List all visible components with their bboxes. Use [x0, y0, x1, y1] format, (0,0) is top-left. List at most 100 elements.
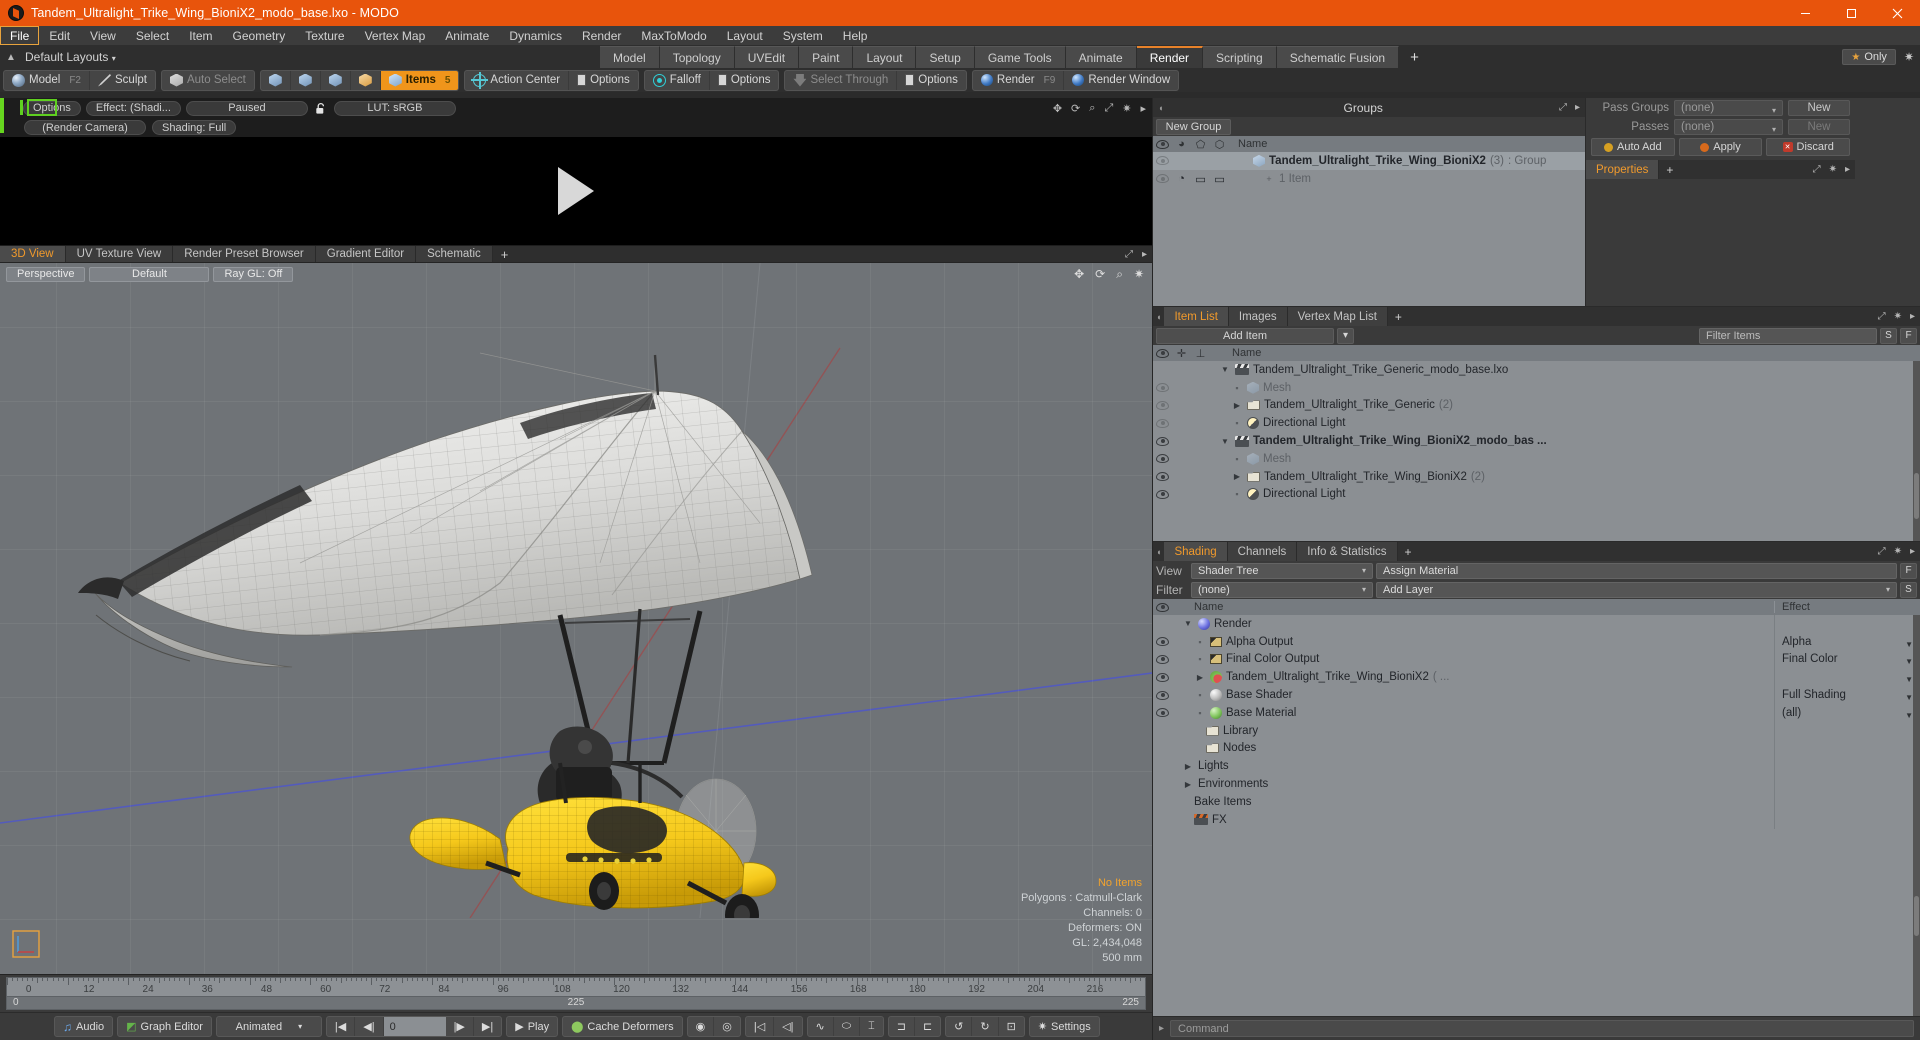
- audio-button[interactable]: ♫ Audio: [55, 1017, 112, 1036]
- play-button[interactable]: ▶ Play: [507, 1017, 557, 1036]
- model-mode-button[interactable]: Model F2: [4, 70, 90, 90]
- lut-dropdown[interactable]: LUT: sRGB: [333, 100, 456, 116]
- viewport-default-dropdown[interactable]: Default: [89, 266, 210, 282]
- table-row[interactable]: Library: [1153, 721, 1920, 740]
- items-mode-button[interactable]: Items 5: [380, 70, 459, 90]
- passes-dropdown[interactable]: (none) ▾: [1674, 118, 1783, 135]
- add-item-dropdown-button[interactable]: ▾: [1337, 327, 1354, 344]
- range-out-icon[interactable]: ⊏: [915, 1017, 940, 1036]
- panel-gear-icon[interactable]: ✷: [1122, 102, 1131, 115]
- table-row[interactable]: Tandem_Ultralight_Trike_Wing_BioniX2 (3)…: [1153, 152, 1585, 170]
- curve-key-icon[interactable]: ∿: [808, 1017, 834, 1036]
- polygon-mode-button[interactable]: [321, 70, 351, 90]
- table-row[interactable]: ▶ Lights: [1153, 757, 1920, 776]
- edge-mode-button[interactable]: [291, 70, 321, 90]
- falloff-options-button[interactable]: Options: [710, 71, 779, 90]
- timeline-ruler[interactable]: 0 12 24 36 48 60 72 84 96 108 120 132 14…: [6, 977, 1146, 997]
- viewport-gear-icon[interactable]: ✷: [1134, 267, 1144, 281]
- row-eye-toggle[interactable]: [1153, 672, 1172, 682]
- tree-twist-right-icon[interactable]: ▶: [1194, 673, 1206, 682]
- add-item-button[interactable]: Add Item: [1156, 327, 1334, 344]
- tree-twist-right-icon[interactable]: ▶: [1231, 472, 1243, 481]
- row-eye-toggle[interactable]: [1153, 454, 1172, 464]
- tab-schematic[interactable]: Schematic: [416, 246, 493, 262]
- table-row[interactable]: FX: [1153, 810, 1920, 829]
- step-forward-button[interactable]: |▶: [446, 1017, 474, 1036]
- close-button[interactable]: [1874, 0, 1920, 26]
- tree-twist-down-icon[interactable]: ▼: [1219, 365, 1231, 374]
- menu-item-vertex-map[interactable]: Vertex Map: [355, 26, 436, 45]
- row-eye-toggle[interactable]: [1153, 436, 1172, 446]
- shading-s-button[interactable]: S: [1900, 581, 1917, 598]
- menu-item-layout[interactable]: Layout: [717, 26, 773, 45]
- vertex-mode-button[interactable]: [261, 70, 291, 90]
- cache-deformers-button[interactable]: ⬤ Cache Deformers: [563, 1017, 682, 1036]
- go-to-end-button[interactable]: ▶|: [474, 1017, 501, 1036]
- next-key-icon[interactable]: ◁|: [774, 1017, 801, 1036]
- shading-row-effect[interactable]: ▼: [1774, 668, 1920, 687]
- properties-maximize-icon[interactable]: ⤢: [1813, 164, 1821, 175]
- table-row[interactable]: ▼ Tandem_Ultralight_Trike_Wing_BioniX2_m…: [1153, 432, 1920, 450]
- menu-item-item[interactable]: Item: [179, 26, 222, 45]
- tab-channels[interactable]: Channels: [1227, 542, 1298, 561]
- snap-icon[interactable]: ⊡: [999, 1017, 1024, 1036]
- row-eye-toggle[interactable]: [1153, 708, 1172, 718]
- material-mode-button[interactable]: [351, 70, 381, 90]
- item-list-collapse-icon[interactable]: ◖: [1153, 307, 1164, 326]
- filter-f-button[interactable]: F: [1900, 327, 1917, 344]
- row-eye-toggle[interactable]: [1153, 418, 1172, 428]
- tab-properties[interactable]: Properties: [1586, 160, 1660, 179]
- row-eye-toggle[interactable]: [1153, 400, 1172, 410]
- shading-filter-dropdown[interactable]: (none) ▾: [1191, 581, 1373, 598]
- shading-collapse-icon[interactable]: ◖: [1153, 542, 1164, 561]
- table-row[interactable]: ▪ Mesh: [1153, 450, 1920, 468]
- viewport-3d[interactable]: Perspective Default Ray GL: Off ✥ ⟳ ⌕ ✷ …: [0, 263, 1152, 974]
- lock-icon[interactable]: [313, 102, 329, 115]
- menu-item-texture[interactable]: Texture: [295, 26, 354, 45]
- shading-f-button[interactable]: F: [1900, 562, 1917, 579]
- timeline-range-bar[interactable]: 0 225 225: [6, 997, 1146, 1010]
- tab-render-preset-browser[interactable]: Render Preset Browser: [173, 246, 316, 262]
- properties-arrow-icon[interactable]: ▸: [1845, 164, 1850, 175]
- row-render-toggle[interactable]: ◔: [1172, 173, 1191, 185]
- move-icon[interactable]: ✥: [1053, 102, 1062, 115]
- shading-row-effect[interactable]: Full Shading ▼: [1774, 686, 1920, 704]
- table-row[interactable]: ▪ Mesh: [1153, 379, 1920, 397]
- row-eye-toggle[interactable]: [1153, 156, 1172, 166]
- layout-tab-topology[interactable]: Topology: [659, 46, 735, 68]
- row-eye-toggle[interactable]: [1153, 690, 1172, 700]
- graph-editor-button[interactable]: ◩ Graph Editor: [118, 1017, 211, 1036]
- row-eye-toggle[interactable]: [1153, 472, 1172, 482]
- filter-s-button[interactable]: S: [1880, 327, 1897, 344]
- table-row[interactable]: ▼ Tandem_Ultralight_Trike_Generic_modo_b…: [1153, 361, 1920, 379]
- table-row[interactable]: ▪ Directional Light: [1153, 414, 1920, 432]
- item-list-maximize-icon[interactable]: ⤢: [1878, 311, 1886, 322]
- assign-material-button[interactable]: Assign Material: [1376, 562, 1897, 579]
- groups-maximize-icon[interactable]: ⤢: [1559, 102, 1567, 113]
- shader-tree-dropdown[interactable]: Shader Tree ▾: [1191, 562, 1373, 579]
- menu-item-dynamics[interactable]: Dynamics: [499, 26, 572, 45]
- row-shade-toggle[interactable]: ▭: [1191, 172, 1210, 186]
- tab-item-list[interactable]: Item List: [1164, 307, 1229, 326]
- shading-gear-icon[interactable]: ✷: [1894, 546, 1902, 557]
- tab-images[interactable]: Images: [1228, 307, 1288, 326]
- viewport-move-icon[interactable]: ✥: [1074, 267, 1084, 281]
- properties-gear-icon[interactable]: ✷: [1829, 164, 1837, 175]
- select-through-options-button[interactable]: Options: [897, 71, 966, 90]
- viewport-raygl-dropdown[interactable]: Ray GL: Off: [213, 266, 294, 282]
- viewport-maximize-icon[interactable]: ⤢: [1125, 249, 1133, 260]
- action-center-options-button[interactable]: Options: [569, 71, 638, 90]
- step-back-button[interactable]: ◀|: [355, 1017, 384, 1036]
- new-pass-group-button[interactable]: New: [1788, 99, 1850, 116]
- layout-tab-schematic-fusion[interactable]: Schematic Fusion: [1276, 46, 1400, 68]
- row-lock-toggle[interactable]: ▭: [1210, 172, 1229, 186]
- item-list-scrollbar[interactable]: [1913, 361, 1920, 541]
- fit-icon[interactable]: ⤢: [1104, 102, 1113, 115]
- auto-select-button[interactable]: Auto Select: [162, 71, 254, 90]
- add-shading-tab-button[interactable]: +: [1398, 542, 1419, 561]
- table-row[interactable]: Nodes: [1153, 739, 1920, 758]
- minimize-button[interactable]: [1782, 0, 1828, 26]
- render-camera-dropdown[interactable]: (Render Camera): [24, 120, 146, 135]
- only-toggle-button[interactable]: ★ Only: [1842, 49, 1896, 65]
- shading-row-effect[interactable]: (all) ▼: [1774, 703, 1920, 722]
